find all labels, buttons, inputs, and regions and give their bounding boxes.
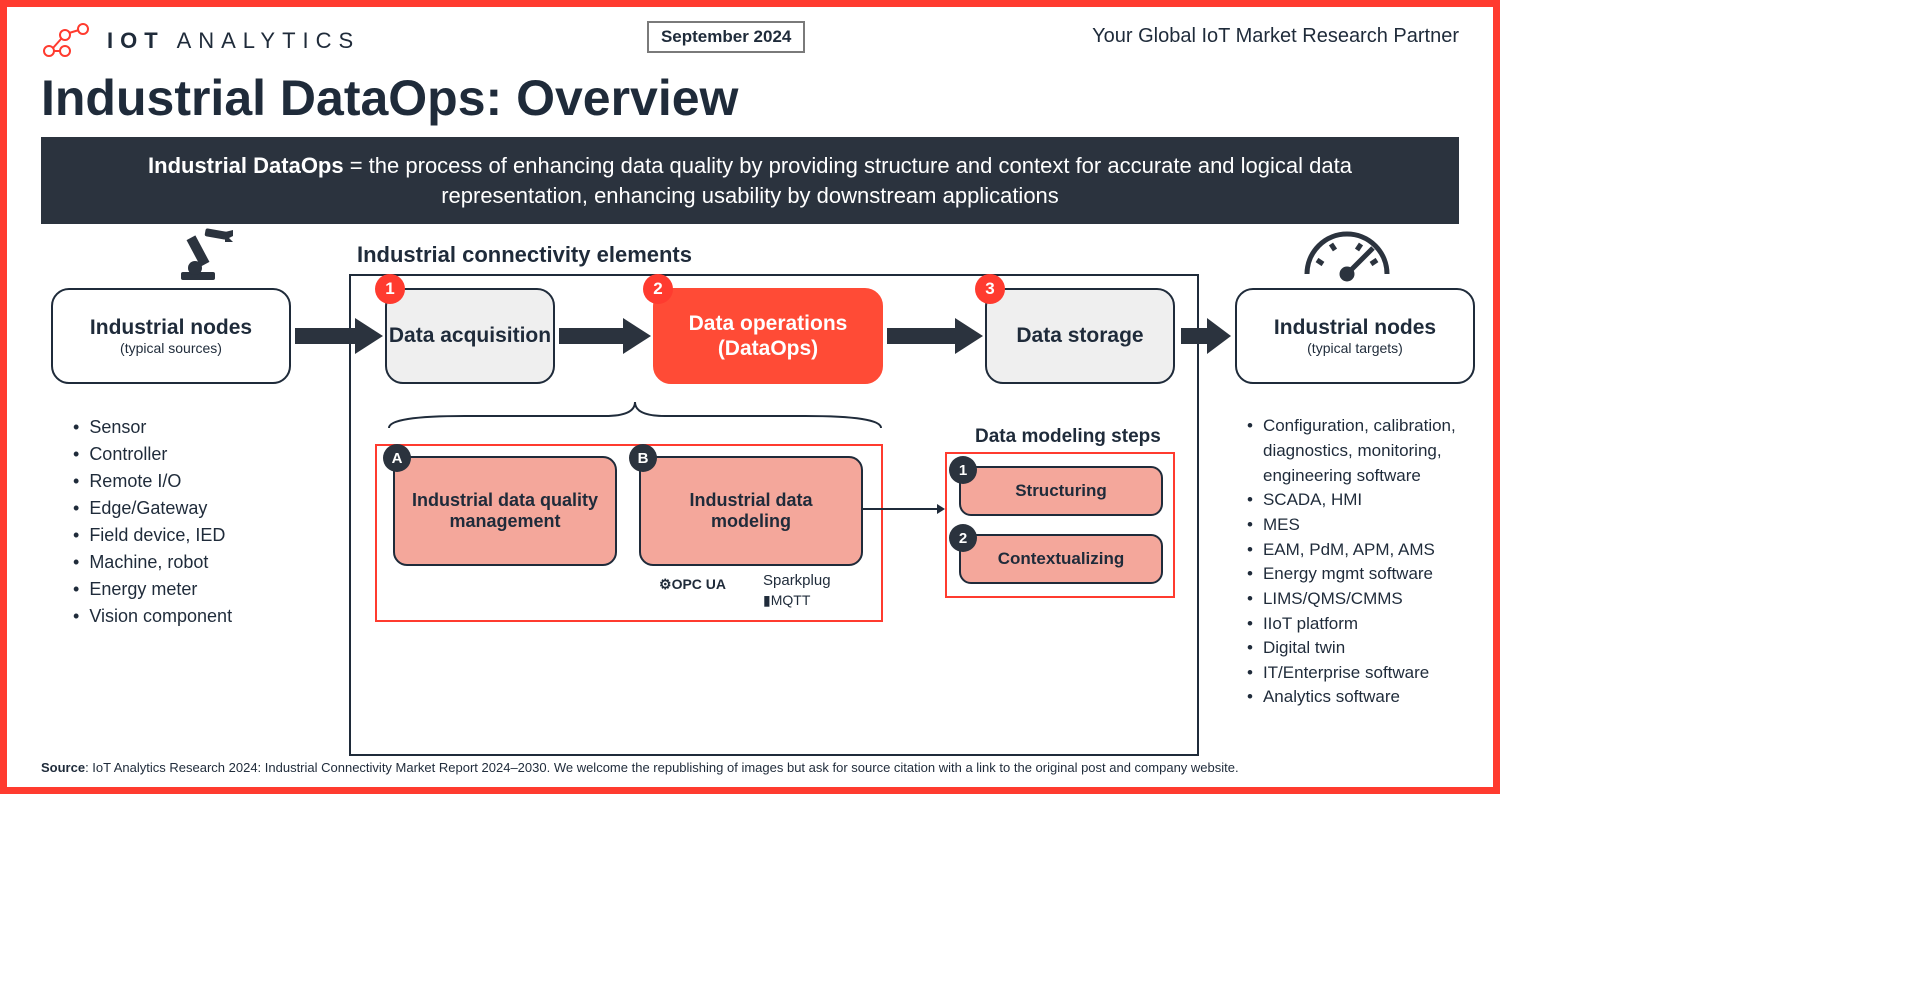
list-item: MES	[1247, 513, 1479, 538]
list-item: EAM, PdM, APM, AMS	[1247, 538, 1479, 563]
definition-bar: Industrial DataOps = the process of enha…	[41, 137, 1459, 224]
sources-list: Sensor Controller Remote I/O Edge/Gatewa…	[73, 414, 232, 630]
step-storage: 3 Data storage	[985, 288, 1175, 384]
list-item: LIMS/QMS/CMMS	[1247, 587, 1479, 612]
badge-b: B	[629, 444, 657, 472]
list-item: Controller	[73, 441, 232, 468]
definition-text: = the process of enhancing data quality …	[344, 153, 1352, 208]
arrow-icon	[559, 318, 651, 354]
date-badge: September 2024	[647, 21, 805, 53]
modeling-step-structuring: 1 Structuring	[959, 466, 1163, 516]
tagline: Your Global IoT Market Research Partner	[1092, 23, 1459, 48]
step-dataops: 2 Data operations (DataOps)	[653, 288, 883, 384]
mqtt-label: ▮MQTT	[763, 592, 810, 609]
ms-number-2: 2	[949, 524, 977, 552]
logo-text-light: ANALYTICS	[165, 28, 361, 53]
sources-sub: (typical sources)	[120, 340, 222, 356]
modeling-step-contextualizing: 2 Contextualizing	[959, 534, 1163, 584]
badge-a: A	[383, 444, 411, 472]
pill-data-modeling: B Industrial data modeling	[639, 456, 863, 566]
logo-block: IOT ANALYTICS	[41, 23, 360, 59]
arrow-icon	[1181, 318, 1231, 354]
ms1-label: Structuring	[1015, 481, 1107, 501]
page-title: Industrial DataOps: Overview	[7, 59, 1493, 137]
header-row: IOT ANALYTICS September 2024 Your Global…	[7, 7, 1493, 59]
list-item: Configuration, calibration, diagnostics,…	[1247, 414, 1479, 488]
list-item: Energy mgmt software	[1247, 562, 1479, 587]
list-item: IIoT platform	[1247, 612, 1479, 637]
arrow-icon	[295, 318, 383, 354]
step-dataops-label-1: Data operations	[689, 311, 848, 336]
ms2-label: Contextualizing	[998, 549, 1125, 569]
step-acquisition: 1 Data acquisition	[385, 288, 555, 384]
thin-arrow-icon	[863, 508, 943, 510]
source-label: Source	[41, 760, 85, 775]
targets-list: Configuration, calibration, diagnostics,…	[1247, 414, 1479, 710]
sources-node: Industrial nodes (typical sources)	[51, 288, 291, 384]
opcua-label: ⚙OPC UA	[659, 576, 726, 593]
list-item: Digital twin	[1247, 636, 1479, 661]
logo-text: IOT ANALYTICS	[107, 28, 360, 54]
ms-number-1: 1	[949, 456, 977, 484]
list-item: Field device, IED	[73, 522, 232, 549]
step-number-1: 1	[375, 274, 405, 304]
targets-node: Industrial nodes (typical targets)	[1235, 288, 1475, 384]
arrow-icon	[887, 318, 983, 354]
step-storage-label: Data storage	[1016, 324, 1143, 348]
step-number-2: 2	[643, 274, 673, 304]
list-item: Edge/Gateway	[73, 495, 232, 522]
source-text: : IoT Analytics Research 2024: Industria…	[85, 760, 1239, 775]
list-item: Vision component	[73, 603, 232, 630]
list-item: Machine, robot	[73, 549, 232, 576]
robot-arm-icon	[175, 226, 239, 287]
list-item: Remote I/O	[73, 468, 232, 495]
pill-data-quality: A Industrial data quality management	[393, 456, 617, 566]
pill-b-label: Industrial data modeling	[649, 490, 853, 532]
list-item: Energy meter	[73, 576, 232, 603]
targets-title: Industrial nodes	[1274, 316, 1436, 340]
sources-title: Industrial nodes	[90, 316, 252, 340]
list-item: IT/Enterprise software	[1247, 661, 1479, 686]
step-number-3: 3	[975, 274, 1005, 304]
definition-term: Industrial DataOps	[148, 153, 344, 178]
slide-frame: IOT ANALYTICS September 2024 Your Global…	[0, 0, 1500, 794]
diagram-stage: Industrial connectivity elements Industr…	[37, 240, 1463, 760]
step-dataops-label-2: (DataOps)	[718, 336, 818, 361]
modeling-steps-label: Data modeling steps	[975, 426, 1161, 448]
list-item: Analytics software	[1247, 685, 1479, 710]
step-acquisition-label: Data acquisition	[389, 324, 551, 348]
gauge-icon	[1299, 226, 1395, 287]
targets-sub: (typical targets)	[1307, 340, 1403, 356]
sparkplug-label: Sparkplug	[763, 572, 831, 589]
logo-text-bold: IOT	[107, 28, 165, 53]
list-item: Sensor	[73, 414, 232, 441]
list-item: SCADA, HMI	[1247, 488, 1479, 513]
logo-icon	[41, 23, 93, 59]
brace-icon	[385, 398, 885, 434]
connectivity-label: Industrial connectivity elements	[357, 242, 692, 268]
source-citation: Source: IoT Analytics Research 2024: Ind…	[41, 760, 1239, 775]
pill-a-label: Industrial data quality management	[403, 490, 607, 532]
